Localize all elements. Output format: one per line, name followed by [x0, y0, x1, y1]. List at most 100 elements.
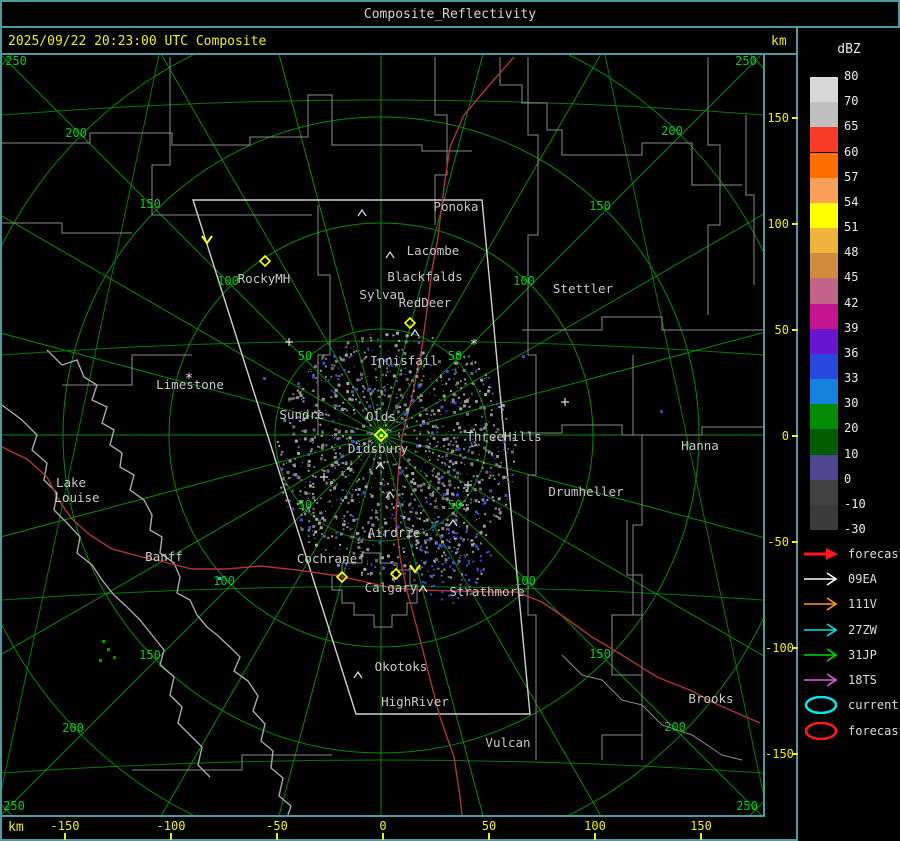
- bottom-axis-tick-label: -100: [156, 819, 186, 833]
- legend-item-label: forecast: [848, 547, 900, 561]
- county-boundary: [601, 520, 643, 760]
- city-label: Drumheller: [548, 484, 624, 499]
- arrow-thick-icon: [802, 545, 844, 567]
- bottom-axis-tick-label: -50: [266, 819, 288, 833]
- bottom-axis-tick: [382, 833, 384, 840]
- right-axis-tick-label: 0: [781, 429, 789, 443]
- range-ring-label: 250: [736, 799, 758, 813]
- city-label: RedDeer: [399, 295, 452, 310]
- colorbar-swatch: [810, 177, 838, 203]
- county-boundary: [745, 115, 755, 285]
- colorbar-swatch: [810, 479, 838, 505]
- legend-item-label: 111V: [848, 597, 877, 611]
- right-axis-tick-label: -100: [765, 641, 794, 655]
- legend-item-label: 18TS: [848, 673, 877, 687]
- legend-item-label: 27ZW: [848, 623, 877, 637]
- city-label: Calgary: [365, 580, 418, 595]
- bottom-axis-tick-label: 100: [584, 819, 606, 833]
- bottom-axis-tick: [276, 833, 278, 840]
- colorbar-swatch: [810, 328, 838, 354]
- city-label: Blackfalds: [387, 269, 462, 284]
- legend-item: current: [802, 695, 899, 715]
- county-boundary: [632, 355, 643, 760]
- town-plus-icon: [320, 473, 328, 481]
- legend-item-label: 09EA: [848, 572, 877, 586]
- arrow-icon: [802, 671, 844, 693]
- range-ring-label: 200: [664, 720, 686, 734]
- azimuth-radial-line: [0, 332, 382, 436]
- colorbar-tick-label: 0: [844, 471, 852, 486]
- colorbar-tick-label: 60: [844, 144, 859, 159]
- colorbar-swatch: [810, 303, 838, 329]
- county-boundary: [561, 654, 743, 761]
- arrow-icon: [802, 595, 844, 617]
- range-ring-label: 200: [62, 721, 84, 735]
- city-label: Lake: [56, 475, 86, 490]
- city-label: Banff: [145, 549, 183, 564]
- legend-item: 31JP: [802, 646, 898, 664]
- bottom-axis-tick-label: -150: [50, 819, 80, 833]
- city-label: Cochrane: [297, 551, 357, 566]
- city-label: Olds: [366, 409, 396, 424]
- range-ring-label: 100: [213, 574, 235, 588]
- city-label: Airdrie: [368, 525, 421, 540]
- azimuth-radial-line: [380, 434, 900, 575]
- range-ring-label: 150: [589, 647, 611, 661]
- range-ring-label: 150: [139, 648, 161, 662]
- timestamp-label: 2025/09/22 20:23:00 UTC Composite: [8, 34, 267, 49]
- right-axis-tick-label: 50: [774, 323, 789, 337]
- bottom-axis-tick: [170, 833, 172, 840]
- radar-map[interactable]: 50 50 50 50 100 100 100 100 150 150 150 150 200 200 20…: [0, 0, 900, 841]
- colorbar-tick-label: 51: [844, 220, 859, 234]
- range-ring-label: 250: [5, 55, 27, 68]
- bottom-axis-unit-label: km: [8, 820, 24, 835]
- radar-map-canvas[interactable]: 50 5050 50100 100100 100150 150150 150200 20020…: [0, 0, 900, 841]
- colorbar-tick-label: 54: [844, 194, 859, 209]
- bottom-axis: km -150 -100 -50 0 50 100 150: [0, 817, 765, 841]
- colorbar-swatch: [810, 152, 838, 178]
- colorbar-tick-label: 36: [844, 345, 859, 360]
- range-ring-label: 200: [65, 126, 87, 140]
- colorbar-swatch: [810, 77, 838, 103]
- bottom-axis-tick: [488, 833, 490, 840]
- range-ring-label: 50: [448, 498, 462, 512]
- range-ring-label: 250: [3, 799, 25, 813]
- azimuth-radial-line: [380, 295, 900, 436]
- legend-item: 111V: [802, 595, 898, 613]
- bottom-axis-tick-label: 0: [379, 819, 387, 833]
- county-boundary: [2, 94, 472, 152]
- colorbar-title: dBZ: [837, 42, 861, 57]
- city-label: Hanna: [681, 438, 719, 453]
- legend-item: 18TS: [802, 671, 898, 689]
- colorbar-tick-label: 39: [844, 320, 859, 335]
- sidebar: dBZ 80 70 65 60 57 54 51 48 45 42 39 36 33 30 20 10 0 -10…: [798, 28, 900, 841]
- city-label: Ponoka: [433, 199, 478, 214]
- colorbar-swatch: [810, 228, 838, 254]
- colorbar-tick-label: 65: [844, 119, 859, 134]
- ellipse-icon: [802, 721, 844, 744]
- azimuth-radial-line: [0, 434, 382, 538]
- colorbar-swatch: [810, 127, 838, 153]
- town-plus-icon: [285, 338, 293, 346]
- city-label: RockyMH: [238, 271, 291, 286]
- range-ring-label: 200: [661, 124, 683, 138]
- colorbar-swatch: [810, 379, 838, 405]
- colorbar-tick-label: 10: [844, 446, 859, 461]
- bottom-axis-tick-label: 50: [481, 819, 497, 833]
- city-label: Innisfail: [370, 353, 438, 368]
- provincial-boundary: [1, 404, 211, 778]
- colorbar-swatch: [810, 278, 838, 304]
- city-label: Stettler: [553, 281, 614, 296]
- colorbar-swatch: [810, 504, 838, 531]
- radar-app-window: Composite_Reflectivity 2025/09/22 20:23:…: [0, 0, 900, 841]
- arrow-icon: [802, 621, 844, 643]
- range-ring-label: 100: [217, 274, 239, 288]
- summit-chevron-icon: [353, 670, 363, 679]
- highway: [1, 446, 392, 589]
- summit-chevron-icon: [357, 208, 367, 217]
- bottom-axis-tick-label: 150: [690, 819, 712, 833]
- bottom-axis-tick: [64, 833, 66, 840]
- bottom-axis-tick: [700, 833, 702, 840]
- colorbar-tick-label: 70: [844, 94, 859, 109]
- right-axis-tick-label: 100: [767, 217, 789, 231]
